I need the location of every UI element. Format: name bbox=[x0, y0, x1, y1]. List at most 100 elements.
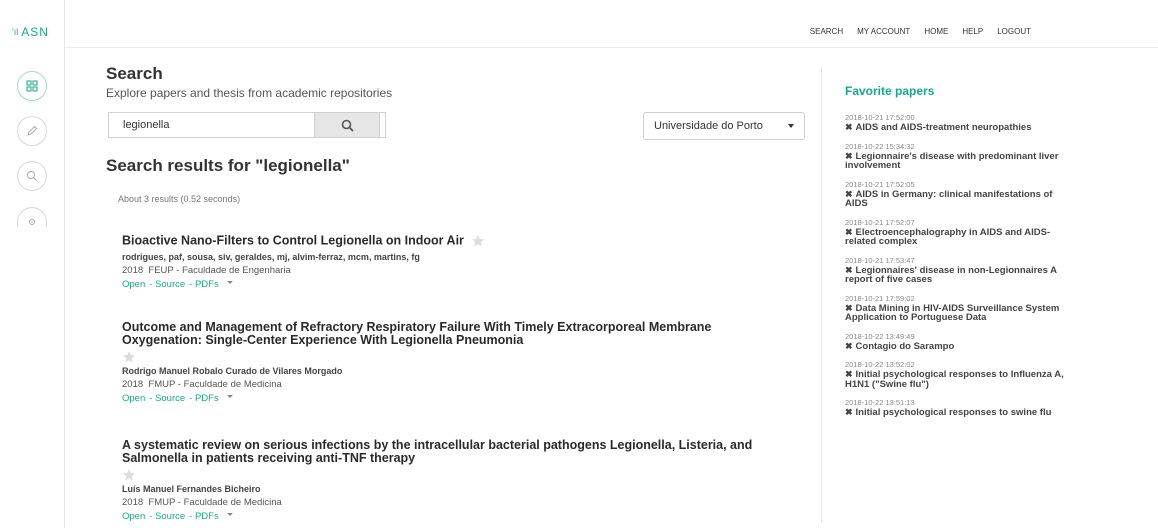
repository-select[interactable]: Universidade do Porto bbox=[643, 112, 805, 140]
star-icon[interactable] bbox=[122, 468, 136, 482]
remove-icon[interactable]: ✖ bbox=[845, 407, 853, 417]
favorite-item: 2018-10-22 13:52:02 ✖ Initial psychologica… bbox=[845, 360, 1075, 389]
remove-icon[interactable]: ✖ bbox=[845, 151, 853, 161]
search-input-edge bbox=[380, 112, 386, 138]
pdfs-link[interactable]: - PDFs bbox=[189, 393, 219, 404]
column-divider bbox=[821, 68, 822, 523]
page-title: Search bbox=[106, 64, 163, 83]
favorite-item: 2018-10-22 13:51:13 ✖ Initial psychologica… bbox=[845, 398, 1075, 418]
favorite-item: 2018-10-21 17:52:05 ✖ AIDS in Germany: cli… bbox=[845, 180, 1075, 209]
result-links: Open - Source - PDFs bbox=[122, 279, 762, 290]
favorite-item: 2018-10-22 15:34:32 ✖ Legionnaire's diseas… bbox=[845, 142, 1075, 171]
result-item: Outcome and Management of Refractory Res… bbox=[122, 321, 762, 405]
top-bar: SEARCH MY ACCOUNT HOME HELP LOGOUT bbox=[65, 0, 1158, 48]
result-year: 2018 bbox=[122, 379, 144, 390]
sidebar-settings-button[interactable] bbox=[17, 207, 47, 227]
search-button[interactable] bbox=[314, 112, 380, 138]
result-year: 2018 bbox=[122, 265, 144, 276]
result-authors: rodrigues, paf, sousa, siv, geraldes, mj… bbox=[122, 252, 420, 262]
remove-icon[interactable]: ✖ bbox=[845, 227, 853, 237]
result-authors: Rodrigo Manuel Robalo Curado de Vilares … bbox=[122, 366, 343, 376]
open-link[interactable]: Open bbox=[122, 511, 145, 522]
nav-search[interactable]: SEARCH bbox=[810, 27, 843, 36]
pdfs-link[interactable]: - PDFs bbox=[189, 511, 219, 522]
main-content: Search Explore papers and thesis from ac… bbox=[106, 64, 806, 522]
favorite-time: 2018-10-21 17:52:07 bbox=[845, 217, 915, 227]
source-link[interactable]: - Source bbox=[149, 393, 185, 404]
result-title-wrap: Bioactive Nano-Filters to Control Legion… bbox=[122, 234, 762, 248]
result-meta: 2018 FMUP - Faculdade de Medicina bbox=[122, 379, 762, 390]
sidebar-dashboard-button[interactable] bbox=[17, 71, 47, 101]
favorite-title[interactable]: AIDS and AIDS-treatment neuropathies bbox=[856, 122, 1032, 133]
repository-select-value: Universidade do Porto bbox=[654, 120, 763, 132]
search-input[interactable] bbox=[108, 112, 314, 138]
nav-logout[interactable]: LOGOUT bbox=[997, 27, 1031, 36]
sidebar-search-button[interactable] bbox=[17, 161, 47, 191]
result-meta: 2018 FMUP - Faculdade de Medicina bbox=[122, 497, 762, 508]
favorite-time: 2018-10-22 13:52:02 bbox=[845, 360, 915, 369]
favorites-title: Favorite papers bbox=[845, 84, 935, 98]
pdfs-link[interactable]: - PDFs bbox=[189, 279, 219, 290]
star-icon[interactable] bbox=[122, 350, 136, 364]
settings-icon bbox=[29, 218, 35, 225]
nav-my-account[interactable]: MY ACCOUNT bbox=[857, 27, 910, 36]
favorite-time: 2018-10-21 17:59:02 bbox=[845, 293, 915, 303]
star-icon[interactable] bbox=[471, 234, 485, 248]
favorite-item: 2018-10-21 17:59:02 ✖ Data Mining in HIV-A… bbox=[845, 294, 1075, 323]
grid-icon bbox=[26, 80, 38, 92]
page-subtitle: Explore papers and thesis from academic … bbox=[106, 86, 393, 100]
favorite-item: 2018-10-21 17:52:07 ✖ Electroencephalograp… bbox=[845, 218, 1075, 247]
favorite-time: 2018-10-21 17:53:47 bbox=[845, 255, 915, 265]
logo-text: ASN bbox=[21, 25, 49, 39]
source-link[interactable]: - Source bbox=[149, 279, 185, 290]
favorite-time: 2018-10-22 15:34:32 bbox=[845, 141, 915, 151]
caret-down-icon[interactable] bbox=[226, 281, 233, 284]
result-links: Open - Source - PDFs bbox=[122, 511, 762, 522]
remove-icon[interactable]: ✖ bbox=[845, 341, 853, 351]
favorite-title[interactable]: Initial psychological responses to swine… bbox=[856, 407, 1052, 418]
favorite-item: 2018-10-21 17:53:47 ✖ Legionnaires' diseas… bbox=[845, 256, 1075, 285]
favorite-time: 2018-10-22 13:49:49 bbox=[845, 331, 915, 341]
result-meta: 2018 FEUP - Faculdade de Engenharia bbox=[122, 265, 762, 276]
caret-down-icon[interactable] bbox=[226, 513, 233, 516]
search-bar: Universidade do Porto bbox=[106, 112, 806, 142]
source-link[interactable]: - Source bbox=[149, 511, 185, 522]
favorite-title[interactable]: Electroencephalography in AIDS and AIDS-… bbox=[845, 227, 1050, 248]
favorite-time: 2018-10-21 17:52:05 bbox=[845, 179, 915, 189]
app-logo[interactable]: 'ıl ASN bbox=[12, 25, 49, 39]
remove-icon[interactable]: ✖ bbox=[845, 122, 853, 132]
chevron-down-icon bbox=[788, 124, 794, 128]
result-source: FMUP - Faculdade de Medicina bbox=[148, 497, 282, 508]
result-title[interactable]: A systematic review on serious infection… bbox=[122, 439, 762, 465]
remove-icon[interactable]: ✖ bbox=[845, 369, 853, 379]
nav-help[interactable]: HELP bbox=[962, 27, 983, 36]
favorite-title[interactable]: Contagio do Sarampo bbox=[856, 341, 955, 352]
favorite-title[interactable]: Legionnaires' disease in non-Legionnaire… bbox=[845, 265, 1057, 286]
remove-icon[interactable]: ✖ bbox=[845, 303, 853, 313]
result-source: FMUP - Faculdade de Medicina bbox=[148, 379, 282, 390]
favorite-title[interactable]: AIDS in Germany: clinical manifestations… bbox=[845, 189, 1052, 210]
open-link[interactable]: Open bbox=[122, 279, 145, 290]
result-links: Open - Source - PDFs bbox=[122, 393, 762, 404]
favorites-panel: Favorite papers 2018-10-21 17:52:00 ✖ AIDS… bbox=[845, 84, 1075, 427]
favorite-title[interactable]: Legionnaire's disease with predominant l… bbox=[845, 151, 1058, 172]
results-count: About 3 results (0.52 seconds) bbox=[118, 194, 241, 204]
top-navigation: SEARCH MY ACCOUNT HOME HELP LOGOUT bbox=[810, 27, 1031, 36]
favorite-time: 2018-10-21 17:52:00 bbox=[845, 113, 915, 122]
sidebar-edit-button[interactable] bbox=[17, 116, 47, 146]
favorite-title[interactable]: Initial psychological responses to Influ… bbox=[845, 369, 1064, 390]
sidebar: 'ıl ASN bbox=[0, 0, 65, 528]
caret-down-icon[interactable] bbox=[226, 395, 233, 398]
result-source: FEUP - Faculdade de Engenharia bbox=[148, 265, 291, 276]
pencil-icon bbox=[27, 125, 38, 136]
favorites-list: 2018-10-21 17:52:00 ✖ AIDS and AIDS-treatm… bbox=[845, 113, 1075, 418]
nav-home[interactable]: HOME bbox=[924, 27, 948, 36]
result-title[interactable]: Outcome and Management of Refractory Res… bbox=[122, 321, 762, 347]
result-title[interactable]: Bioactive Nano-Filters to Control Legion… bbox=[122, 233, 464, 247]
favorite-title[interactable]: Data Mining in HIV-AIDS Surveillance Sys… bbox=[845, 303, 1059, 324]
magnifier-icon bbox=[341, 119, 354, 132]
remove-icon[interactable]: ✖ bbox=[845, 189, 853, 199]
open-link[interactable]: Open bbox=[122, 393, 145, 404]
favorite-time: 2018-10-22 13:51:13 bbox=[845, 398, 915, 407]
remove-icon[interactable]: ✖ bbox=[845, 265, 853, 275]
